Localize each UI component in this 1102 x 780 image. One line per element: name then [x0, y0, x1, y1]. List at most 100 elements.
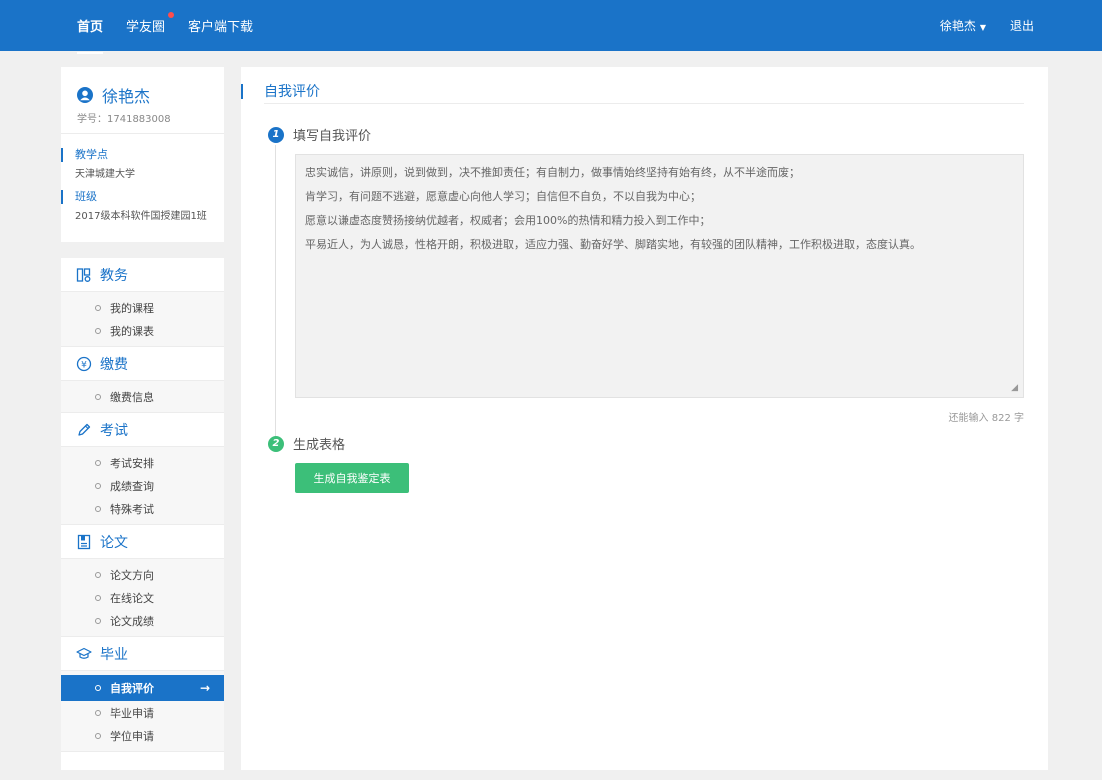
student-id: 学号：1741883008 — [77, 114, 171, 125]
menu-section-lunwen[interactable]: 论文 — [61, 525, 224, 559]
step-1: 1 填写自我评价 — [268, 125, 371, 144]
menu-sub-kaoshi: 考试安排 成绩查询 特殊考试 — [61, 447, 224, 525]
step-title: 填写自我评价 — [293, 129, 372, 144]
bullet-icon — [95, 393, 101, 400]
notification-dot — [168, 12, 175, 18]
pencil-icon — [78, 423, 91, 436]
arrow-right-icon: → — [199, 681, 210, 695]
grid-icon — [76, 267, 91, 282]
bullet-icon — [95, 327, 101, 334]
textarea-line: 忠实诚信，讲原则，说到做到，决不推卸责任；有自制力，做事情始终坚持有始有终，从不… — [305, 166, 800, 179]
page-header: 自我评价 — [241, 81, 1023, 103]
step-number: 2 — [268, 435, 284, 452]
menu-item-label: 我的课程 — [110, 301, 154, 315]
sidebar-menu: 教务 我的课程 我的课表 ¥ 缴费 缴费信息 考试 考试安排 成绩查询 特殊考试 — [61, 258, 224, 770]
menu-section-title: 毕业 — [100, 646, 128, 663]
step-title: 生成表格 — [293, 438, 346, 453]
bullet-icon — [95, 594, 101, 601]
step-timeline — [275, 145, 276, 442]
profile-name-row: 徐艳杰 — [77, 83, 150, 107]
menu-item-payment-info[interactable]: 缴费信息 — [61, 385, 224, 408]
step-2: 2 生成表格 — [268, 434, 345, 453]
logout-link[interactable]: 退出 — [1010, 17, 1034, 34]
nav-classmates-label: 学友圈 — [126, 20, 166, 35]
menu-section-jiaowu[interactable]: 教务 — [61, 258, 224, 292]
self-evaluation-textarea[interactable]: 忠实诚信，讲原则，说到做到，决不推卸责任；有自制力，做事情始终坚持有始有终，从不… — [295, 154, 1024, 398]
bullet-icon — [95, 571, 101, 578]
main-panel: 自我评价 1 填写自我评价 忠实诚信，讲原则，说到做到，决不推卸责任；有自制力，… — [241, 67, 1048, 770]
divider — [61, 133, 224, 134]
menu-item-label: 成绩查询 — [110, 479, 154, 493]
teaching-site-label: 教学点 — [61, 148, 224, 162]
menu-item-my-courses[interactable]: 我的课程 — [61, 296, 224, 319]
menu-sub-biye: 自我评价 → 毕业申请 学位申请 — [61, 671, 224, 752]
class-value: 2017级本科软件国授建园1班 — [75, 211, 207, 222]
menu-item-exam-schedule[interactable]: 考试安排 — [61, 451, 224, 474]
graduation-cap-icon — [76, 647, 92, 659]
nav-right: 徐艳杰 ▼ 退出 — [940, 0, 1034, 51]
menu-item-degree-application[interactable]: 学位申请 — [61, 724, 224, 747]
menu-section-biye[interactable]: 毕业 — [61, 637, 224, 671]
menu-item-thesis-direction[interactable]: 论文方向 — [61, 563, 224, 586]
menu-section-title: 教务 — [100, 267, 128, 284]
svg-text:¥: ¥ — [81, 360, 87, 370]
menu-item-label: 论文方向 — [110, 568, 154, 582]
menu-item-thesis-grade[interactable]: 论文成绩 — [61, 609, 224, 632]
class-block: 班级 2017级本科软件国授建园1班 — [61, 190, 224, 222]
nav-links: 首页 学友圈 客户端下载 — [77, 0, 276, 54]
divider — [264, 103, 1024, 104]
menu-item-label: 自我评价 — [110, 682, 154, 695]
top-nav-bar: 首页 学友圈 客户端下载 徐艳杰 ▼ 退出 — [0, 0, 1102, 54]
menu-item-label: 论文成绩 — [110, 614, 154, 628]
textarea-line: 肯学习，有问题不逃避，愿意虚心向他人学习；自信但不自负，不以自我为中心； — [305, 190, 701, 203]
menu-item-special-exam[interactable]: 特殊考试 — [61, 497, 224, 520]
teaching-site-value: 天津城建大学 — [75, 169, 135, 180]
generate-form-button[interactable]: 生成自我鉴定表 — [295, 463, 409, 493]
menu-section-jiaofei[interactable]: ¥ 缴费 — [61, 347, 224, 381]
menu-item-label: 缴费信息 — [110, 390, 154, 404]
profile-card: 徐艳杰 学号：1741883008 教学点 天津城建大学 班级 2017级本科软… — [61, 67, 224, 242]
menu-item-grade-query[interactable]: 成绩查询 — [61, 474, 224, 497]
bullet-icon — [95, 709, 101, 716]
user-menu-name: 徐艳杰 — [939, 19, 976, 33]
textarea-line: 愿意以谦虚态度赞扬接纳优越者，权威者；会用100%的热情和精力投入到工作中； — [305, 214, 711, 227]
menu-section-kaoshi[interactable]: 考试 — [61, 413, 224, 447]
nav-home[interactable]: 首页 — [77, 16, 104, 54]
resize-handle-icon[interactable]: ◢ — [1011, 383, 1018, 393]
menu-section-title: 论文 — [100, 534, 128, 551]
menu-sub-jiaofei: 缴费信息 — [61, 381, 224, 413]
document-icon — [77, 534, 91, 549]
menu-section-title: 考试 — [100, 422, 128, 439]
menu-item-label: 在线论文 — [110, 591, 154, 605]
menu-item-self-evaluation[interactable]: 自我评价 → — [61, 675, 224, 701]
menu-item-online-thesis[interactable]: 在线论文 — [61, 586, 224, 609]
bullet-icon — [95, 505, 101, 512]
bullet-icon — [95, 685, 101, 691]
step-number: 1 — [268, 126, 284, 143]
char-count: 还能输入 822 字 — [948, 413, 1024, 424]
menu-sub-lunwen: 论文方向 在线论文 论文成绩 — [61, 559, 224, 637]
menu-item-label: 我的课表 — [110, 324, 154, 338]
bullet-icon — [95, 617, 101, 624]
textarea-line: 平易近人，为人诚恳，性格开朗，积极进取，适应力强、勤奋好学、脚踏实地，有较强的团… — [305, 238, 921, 251]
menu-sub-jiaowu: 我的课程 我的课表 — [61, 292, 224, 347]
menu-item-my-schedule[interactable]: 我的课表 — [61, 319, 224, 342]
class-label: 班级 — [61, 190, 224, 204]
user-icon — [77, 87, 93, 103]
bullet-icon — [95, 304, 101, 311]
bullet-icon — [95, 482, 101, 489]
menu-item-label: 特殊考试 — [110, 502, 154, 516]
bullet-icon — [95, 459, 101, 466]
menu-item-graduation-application[interactable]: 毕业申请 — [61, 701, 224, 724]
nav-client-download[interactable]: 客户端下载 — [188, 16, 253, 35]
profile-name: 徐艳杰 — [102, 87, 151, 106]
menu-item-label: 考试安排 — [110, 456, 154, 470]
menu-section-title: 缴费 — [100, 356, 128, 373]
nav-classmates[interactable]: 学友圈 — [126, 12, 175, 35]
menu-item-label: 学位申请 — [110, 729, 154, 743]
teaching-site-block: 教学点 天津城建大学 — [61, 148, 224, 180]
user-menu[interactable]: 徐艳杰 ▼ — [940, 17, 986, 34]
caret-down-icon: ▼ — [979, 23, 986, 32]
menu-item-label: 毕业申请 — [110, 706, 154, 720]
page-title: 自我评价 — [264, 84, 320, 100]
